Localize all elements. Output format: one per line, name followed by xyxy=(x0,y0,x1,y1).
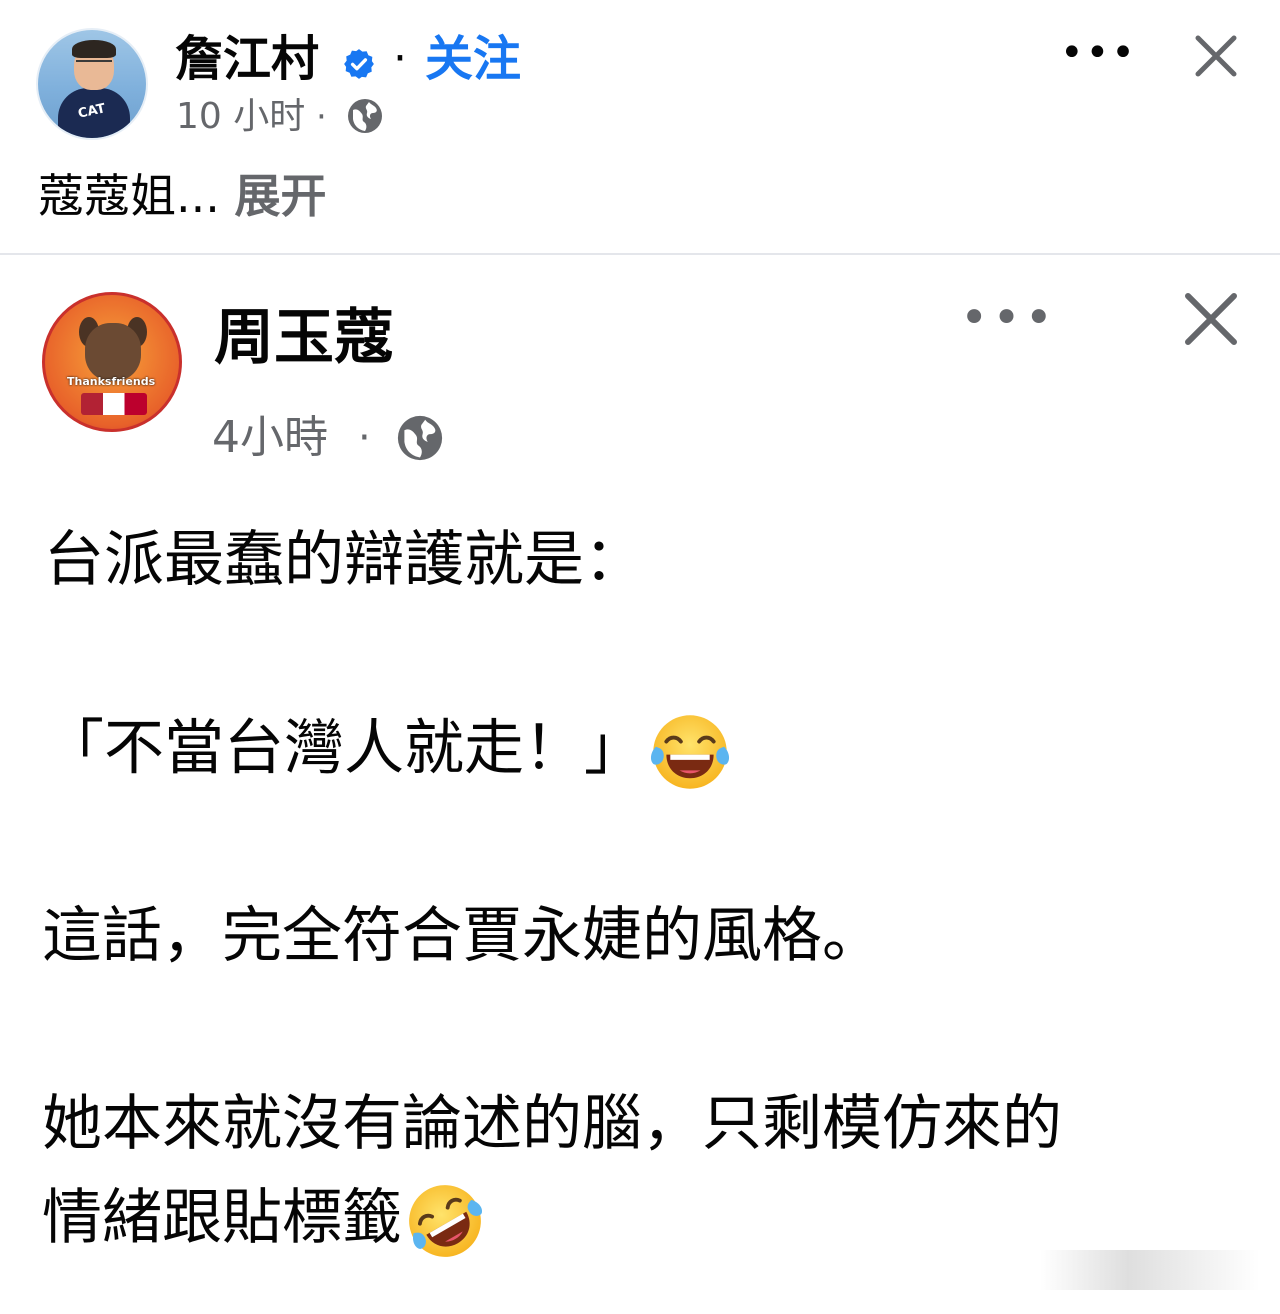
inner-author-avatar[interactable]: Thanksfriends xyxy=(42,292,182,432)
globe-icon xyxy=(348,99,382,133)
outer-more-icon[interactable]: ••• xyxy=(1060,33,1137,73)
inner-author-name[interactable]: 周玉蔻 xyxy=(214,302,394,374)
avatar-flags xyxy=(81,393,147,415)
post-divider xyxy=(0,253,1280,255)
avatar-dog xyxy=(85,323,141,381)
avatar-hair xyxy=(72,40,116,58)
globe-icon xyxy=(397,415,443,461)
inner-post-time[interactable]: 4小時 xyxy=(212,412,328,464)
post-text-line: 情緒跟貼標籤 xyxy=(42,1180,486,1262)
avatar-badge-text: Thanksfriends xyxy=(67,375,156,388)
separator-dot: · xyxy=(358,415,371,461)
avatar-glasses xyxy=(76,60,112,70)
separator-dot: · xyxy=(316,97,327,137)
outer-post-preview: 蔻蔻姐... xyxy=(38,169,220,223)
inner-close-icon[interactable] xyxy=(1180,288,1242,350)
verified-badge-icon xyxy=(344,49,374,79)
separator-dot: · xyxy=(393,33,407,84)
post-text-line: 「不當台灣人就走！」 xyxy=(44,710,732,794)
outer-post-time[interactable]: 10 小时 xyxy=(176,95,305,139)
post-text-line: 她本來就沒有論述的腦，只剩模仿來的 xyxy=(42,1089,1062,1159)
post-text-quote: 「不當台灣人就走！」 xyxy=(44,713,644,784)
outer-author-name[interactable]: 詹江村 xyxy=(175,30,319,88)
outer-author-avatar[interactable]: CAT xyxy=(36,28,148,140)
post-text-last: 情緒跟貼標籤 xyxy=(42,1183,402,1253)
watermark xyxy=(1040,1250,1260,1290)
expand-link[interactable]: 展开 xyxy=(235,169,327,223)
inner-more-icon[interactable]: ••• xyxy=(960,294,1057,342)
post-text-line: 這話，完全符合賈永婕的風格。 xyxy=(42,901,882,971)
outer-close-icon[interactable] xyxy=(1192,32,1240,80)
outer-post-text: 蔻蔻姐... 展开 xyxy=(38,166,327,226)
post-text-line: 台派最蠢的辯護就是： xyxy=(44,525,644,595)
follow-button[interactable]: 关注 xyxy=(425,30,521,88)
face-with-tears-of-joy-icon xyxy=(650,715,730,789)
rolling-on-floor-laughing-icon xyxy=(409,1185,483,1258)
